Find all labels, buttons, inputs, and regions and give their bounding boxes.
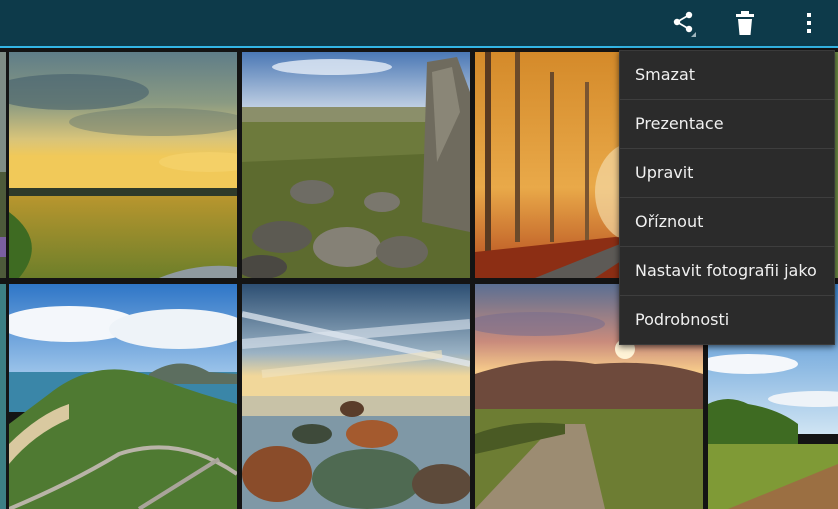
share-icon[interactable] (666, 7, 700, 39)
menu-item-details[interactable]: Podrobnosti (620, 296, 834, 344)
trash-icon[interactable] (728, 7, 762, 39)
partial-photo-left-top[interactable] (0, 52, 6, 278)
sunset-meadow-photo[interactable] (9, 52, 237, 278)
rocky-hillside-photo[interactable] (242, 52, 470, 278)
menu-item-delete[interactable]: Smazat (620, 51, 834, 100)
menu-item-crop[interactable]: Oříznout (620, 198, 834, 247)
menu-item-set-picture-as[interactable]: Nastavit fotografii jako (620, 247, 834, 296)
coastal-island-photo[interactable] (9, 284, 237, 509)
overflow-menu-icon[interactable] (792, 7, 826, 39)
menu-item-slideshow[interactable]: Prezentace (620, 100, 834, 149)
overflow-menu: Smazat Prezentace Upravit Oříznout Nasta… (619, 50, 835, 345)
partial-photo-left-bottom[interactable] (0, 284, 6, 509)
menu-item-edit[interactable]: Upravit (620, 149, 834, 198)
action-bar (0, 0, 838, 46)
cloudy-sea-rocks-photo[interactable] (242, 284, 470, 509)
